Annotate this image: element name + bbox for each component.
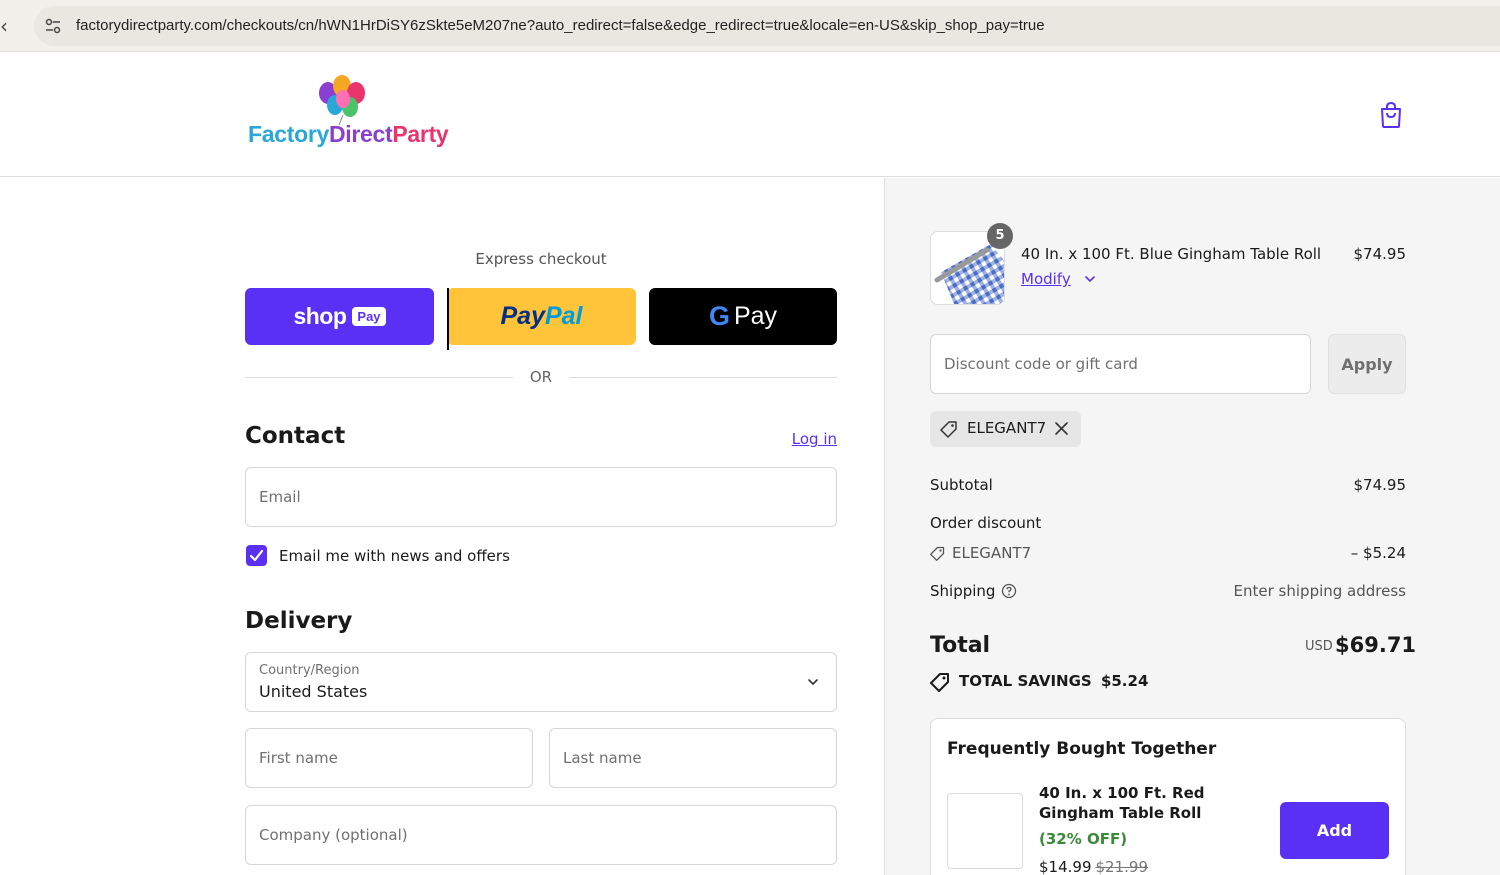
divider-line — [569, 377, 837, 378]
contact-title: Contact — [245, 423, 346, 449]
fbt-product-thumbnail — [947, 793, 1023, 869]
apply-button[interactable]: Apply — [1328, 334, 1406, 394]
fbt-title: Frequently Bought Together — [947, 739, 1217, 759]
total-label: Total — [930, 633, 991, 658]
shipping-label: Shipping — [930, 582, 996, 600]
back-arrow-icon[interactable]: ‹ — [0, 14, 8, 38]
total-value: $69.71 — [1335, 633, 1417, 657]
paypal-button[interactable]: PayPal — [447, 288, 636, 345]
cart-item-price: $74.95 — [1353, 245, 1407, 263]
first-name-field[interactable]: First name — [245, 728, 533, 788]
total-currency: USD — [1305, 639, 1333, 654]
chevron-down-icon — [808, 679, 818, 686]
site-header: FactoryDirectParty — [0, 53, 1500, 177]
last-name-field[interactable]: Last name — [549, 728, 837, 788]
remove-discount-icon[interactable] — [1054, 421, 1069, 436]
or-divider: OR — [245, 368, 837, 388]
factory-direct-party-logo[interactable]: FactoryDirectParty — [246, 75, 486, 155]
subtotal-label: Subtotal — [930, 476, 993, 494]
country-select[interactable]: Country/Region United States — [245, 652, 837, 712]
checkout-form: Express checkout shop Pay PayPal G Pay O… — [0, 178, 884, 875]
url-text: factorydirectparty.com/checkouts/cn/hWN1… — [76, 17, 1045, 34]
discount-code-label: ELEGANT7 — [952, 544, 1032, 562]
discount-code-input[interactable]: Discount code or gift card — [930, 334, 1311, 394]
total-savings: TOTAL SAVINGS $5.24 — [959, 672, 1149, 690]
log-in-link[interactable]: Log in — [760, 430, 837, 448]
fbt-old-price: $21.99 — [1095, 858, 1149, 875]
paypal-logo: PayPal — [500, 302, 583, 330]
delivery-title: Delivery — [245, 608, 353, 634]
express-checkout-label: Express checkout — [475, 250, 607, 268]
applied-discount-chip: ELEGANT7 — [930, 411, 1081, 447]
tag-icon — [930, 546, 945, 561]
url-field[interactable]: factorydirectparty.com/checkouts/cn/hWN1… — [34, 6, 1500, 46]
tag-icon — [940, 421, 957, 438]
cart-item-title: 40 In. x 100 Ft. Blue Gingham Table Roll — [1021, 245, 1322, 263]
text-cursor — [447, 288, 449, 350]
shop-pay-button[interactable]: shop Pay — [245, 288, 434, 345]
browser-address-bar: ‹ factorydirectparty.com/checkouts/cn/hW… — [0, 0, 1500, 52]
chevron-down-icon[interactable] — [1083, 272, 1097, 286]
help-circle-icon[interactable] — [1001, 583, 1017, 599]
fbt-product-name: 40 In. x 100 Ft. Red Gingham Table Roll — [1039, 784, 1205, 822]
order-discount-label: Order discount — [930, 514, 1042, 532]
add-to-cart-button[interactable]: Add — [1280, 802, 1389, 859]
checkmark-icon — [249, 549, 264, 562]
fbt-discount: (32% OFF) — [1039, 830, 1128, 848]
google-g-icon: G — [708, 301, 730, 331]
fbt-price: $14.99 $21.99 — [1039, 858, 1148, 875]
quantity-badge: 5 — [987, 223, 1013, 249]
email-field[interactable]: Email — [245, 467, 837, 527]
order-summary: 5 40 In. x 100 Ft. Blue Gingham Table Ro… — [884, 178, 1500, 875]
discount-value: – $5.24 — [1350, 544, 1406, 562]
newsletter-checkbox[interactable] — [246, 545, 267, 566]
logo-wordmark: FactoryDirectParty — [248, 121, 449, 147]
shopping-bag-icon[interactable] — [1378, 101, 1404, 129]
newsletter-label: Email me with news and offers — [279, 547, 510, 565]
tag-icon — [930, 673, 949, 692]
google-pay-button[interactable]: G Pay — [649, 288, 837, 345]
company-field[interactable]: Company (optional) — [245, 805, 837, 865]
frequently-bought-together-card: Frequently Bought Together 40 In. x 100 … — [930, 718, 1406, 875]
balloons-icon — [319, 75, 365, 125]
shipping-value: Enter shipping address — [1233, 582, 1406, 600]
applied-code: ELEGANT7 — [967, 419, 1047, 437]
modify-link[interactable]: Modify — [1021, 270, 1071, 288]
site-settings-icon[interactable] — [44, 17, 62, 35]
subtotal-value: $74.95 — [1353, 476, 1407, 494]
